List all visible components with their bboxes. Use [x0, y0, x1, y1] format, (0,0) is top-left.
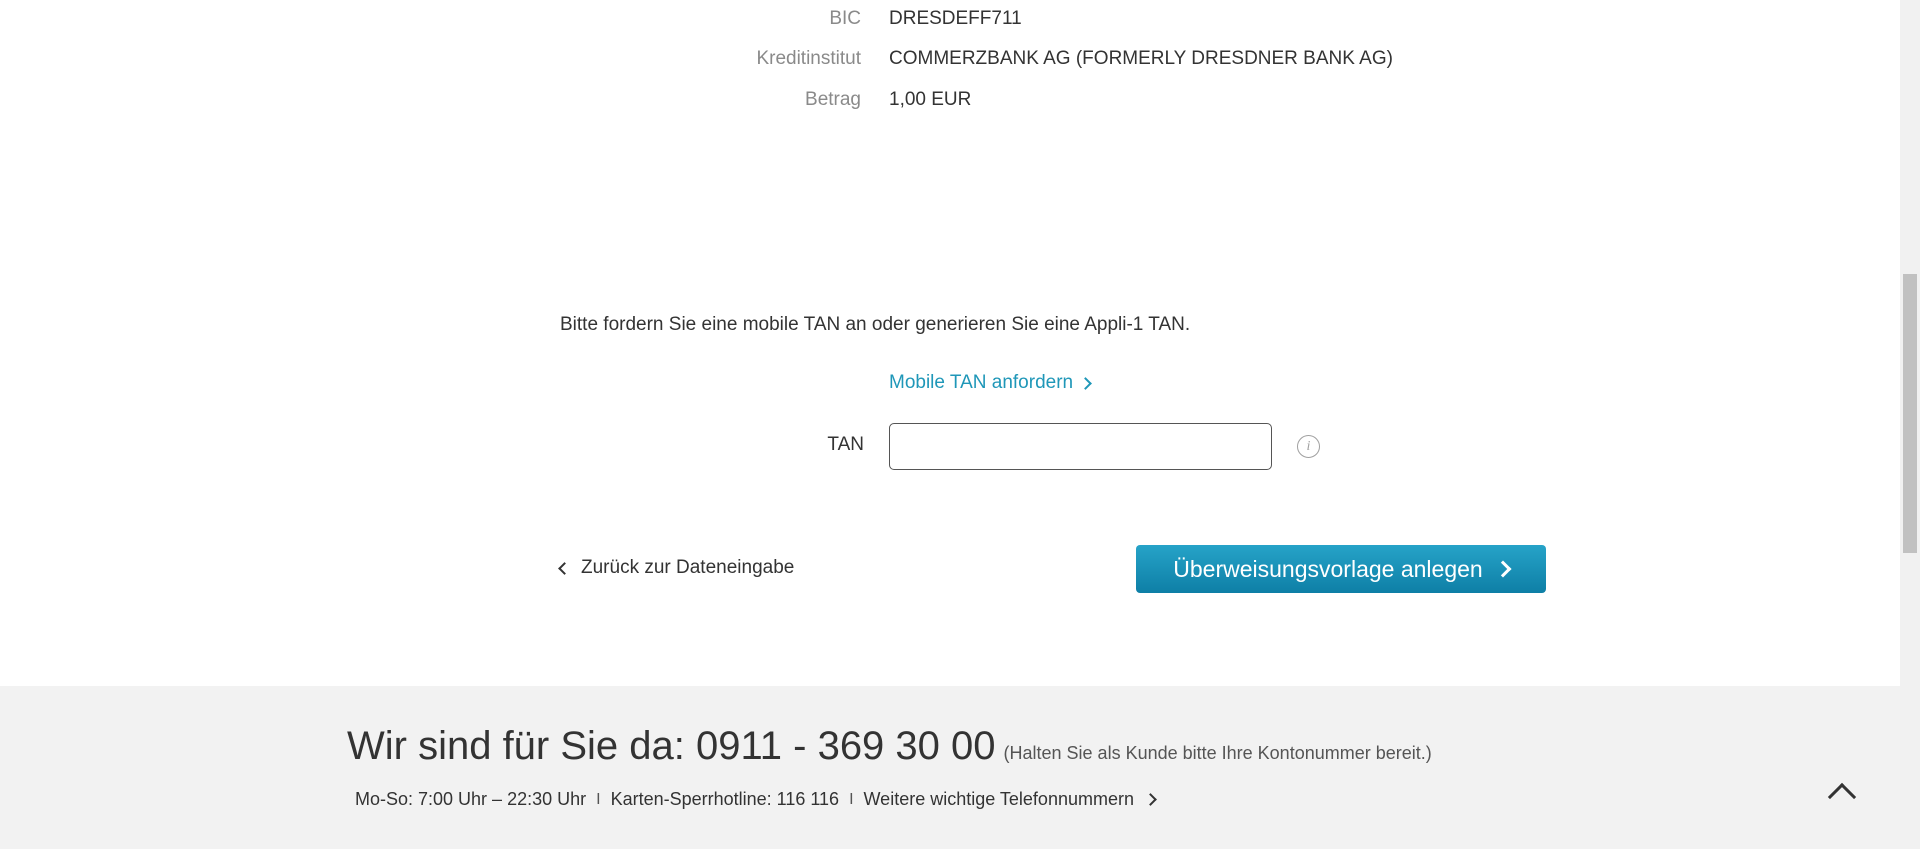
- footer-hotline: Karten-Sperrhotline: 116 116: [610, 789, 840, 809]
- summary-row-bic: BIC DRESDEFF711: [0, 8, 1900, 38]
- page-viewport: BIC DRESDEFF711 Kreditinstitut COMMERZBA…: [0, 0, 1900, 849]
- footer-phone-heading: Wir sind für Sie da: 0911 - 369 30 00: [347, 724, 996, 768]
- more-phone-numbers-link[interactable]: Weitere wichtige Telefonnummern: [863, 789, 1157, 810]
- summary-label: Betrag: [805, 89, 861, 110]
- more-phone-numbers-label: Weitere wichtige Telefonnummern: [863, 789, 1134, 809]
- footer-heading: Wir sind für Sie da: 0911 - 369 30 00 (Ha…: [347, 724, 1432, 769]
- back-label: Zurück zur Dateneingabe: [581, 557, 795, 578]
- scroll-to-top-button[interactable]: [1827, 776, 1857, 812]
- footer-contact-line: Mo-So: 7:00 Uhr – 22:30 Uhr I Karten-Spe…: [355, 789, 1157, 810]
- back-to-data-entry-link[interactable]: Zurück zur Dateneingabe: [558, 557, 795, 579]
- footer-separator: I: [596, 790, 601, 808]
- info-icon[interactable]: i: [1297, 435, 1320, 458]
- summary-value: DRESDEFF711: [889, 8, 1022, 29]
- tan-input[interactable]: [889, 423, 1272, 470]
- tan-instruction: Bitte fordern Sie eine mobile TAN an ode…: [560, 314, 1191, 335]
- tan-label: TAN: [827, 434, 864, 455]
- chevron-right-icon: [1494, 560, 1512, 578]
- footer: Wir sind für Sie da: 0911 - 369 30 00 (Ha…: [0, 686, 1900, 849]
- chevron-right-icon: [1144, 793, 1157, 806]
- chevron-right-icon: [1079, 376, 1092, 390]
- create-transfer-template-button[interactable]: Überweisungsvorlage anlegen: [1136, 545, 1546, 593]
- summary-row-betrag: Betrag 1,00 EUR: [0, 89, 1900, 119]
- summary-label: BIC: [829, 8, 861, 29]
- summary-value: COMMERZBANK AG (FORMERLY DRESDNER BANK A…: [889, 48, 1393, 69]
- submit-label: Überweisungsvorlage anlegen: [1173, 555, 1483, 582]
- chevron-left-icon: [558, 561, 571, 575]
- footer-heading-note: (Halten Sie als Kunde bitte Ihre Kontonu…: [1003, 743, 1432, 763]
- summary-value: 1,00 EUR: [889, 89, 972, 110]
- chevron-up-icon: [1827, 782, 1857, 812]
- footer-separator: I: [849, 790, 854, 808]
- summary-row-kreditinstitut: Kreditinstitut COMMERZBANK AG (FORMERLY …: [0, 48, 1900, 78]
- summary-label: Kreditinstitut: [756, 48, 861, 69]
- mobile-tan-request-label: Mobile TAN anfordern: [889, 372, 1074, 393]
- vertical-scrollbar[interactable]: [1900, 0, 1920, 849]
- footer-hours: Mo-So: 7:00 Uhr – 22:30 Uhr: [355, 789, 587, 809]
- mobile-tan-request-link[interactable]: Mobile TAN anfordern: [889, 372, 1092, 394]
- scrollbar-thumb[interactable]: [1903, 274, 1917, 553]
